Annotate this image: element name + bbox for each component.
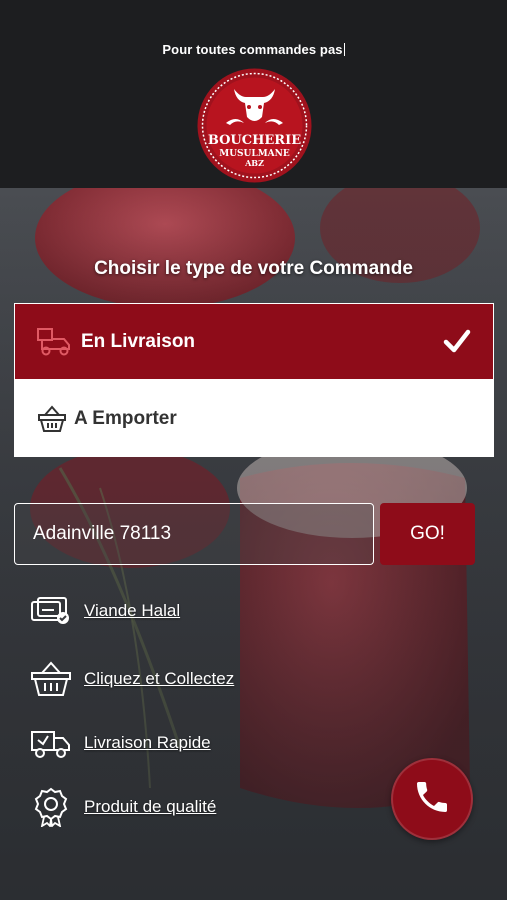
delivery-scooter-icon	[35, 322, 75, 362]
card-check-icon	[28, 588, 74, 634]
feature-label[interactable]: Livraison Rapide	[84, 733, 211, 753]
feature-label[interactable]: Viande Halal	[84, 601, 180, 621]
feature-livraison-rapide[interactable]: Livraison Rapide	[28, 720, 211, 766]
checkmark-icon	[443, 328, 471, 359]
address-input[interactable]: Adainville 78113	[14, 503, 374, 565]
option-label: A Emporter	[74, 407, 177, 429]
feature-viande-halal[interactable]: Viande Halal	[28, 588, 180, 634]
option-label: En Livraison	[81, 330, 196, 352]
delivery-truck-icon	[28, 720, 74, 766]
logo-text-3: ABZ	[244, 158, 264, 168]
basket-icon	[28, 656, 74, 702]
feature-produit-qualite[interactable]: Produit de qualité	[28, 784, 216, 830]
option-a-emporter[interactable]: A Emporter	[14, 380, 494, 457]
basket-icon	[32, 399, 72, 439]
call-button[interactable]	[391, 758, 473, 840]
boucherie-logo[interactable]: BOUCHERIE MUSULMANE ABZ	[196, 67, 313, 184]
option-en-livraison[interactable]: En Livraison	[14, 303, 494, 380]
go-button[interactable]: GO!	[380, 503, 475, 565]
feature-label[interactable]: Produit de qualité	[84, 797, 216, 817]
quality-badge-icon	[28, 784, 74, 830]
logo-text-1: BOUCHERIE	[208, 133, 301, 148]
header: Pour toutes commandes pas BOUCHERIE MUSU…	[0, 0, 507, 188]
feature-label[interactable]: Cliquez et Collectez	[84, 669, 234, 689]
promo-text: Pour toutes commandes pas	[162, 42, 343, 57]
feature-cliquez-collectez[interactable]: Cliquez et Collectez	[28, 656, 234, 702]
promo-banner: Pour toutes commandes pas	[0, 42, 507, 57]
phone-icon	[412, 777, 452, 822]
order-type-title: Choisir le type de votre Commande	[94, 258, 413, 279]
